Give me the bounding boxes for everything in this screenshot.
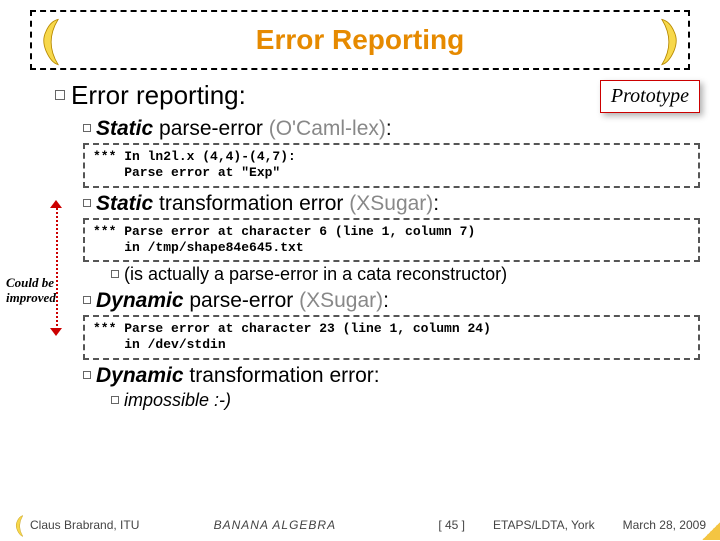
bullet-icon — [111, 270, 119, 278]
impossible-text: impossible :-) — [124, 390, 231, 410]
code-block-1: *** In ln2l.x (4,4)-(4,7): Parse error a… — [83, 143, 700, 188]
bullet-icon — [83, 124, 91, 132]
footer-venue: ETAPS/LDTA, York — [493, 518, 595, 532]
impossible-note: impossible :-) — [111, 390, 700, 411]
footer-date: March 28, 2009 — [623, 518, 706, 532]
bold-label: Static — [96, 117, 153, 140]
bold-label: Static — [96, 192, 153, 215]
banana-right-icon — [654, 16, 682, 68]
annotation-arrow-icon — [50, 328, 62, 336]
tech-label: (XSugar) — [299, 289, 383, 312]
slide-title: Error Reporting — [256, 24, 464, 56]
bullet-icon — [83, 371, 91, 379]
label-rest: parse-error — [184, 289, 300, 312]
banana-footer-icon — [14, 514, 26, 536]
code-block-3: *** Parse error at character 23 (line 1,… — [83, 315, 700, 360]
label-rest: parse-error — [153, 117, 269, 140]
bullet-icon — [83, 199, 91, 207]
colon: : — [386, 117, 392, 140]
label-rest: transformation error — [153, 192, 349, 215]
main-heading-text: Error reporting: — [71, 80, 246, 110]
bold-label: Dynamic — [96, 364, 184, 387]
bullet-icon — [55, 90, 65, 100]
item-static-trans: Static transformation error (XSugar): — [83, 192, 700, 216]
colon: : — [383, 289, 389, 312]
code-block-2: *** Parse error at character 6 (line 1, … — [83, 218, 700, 263]
content-area: Error reporting: Static parse-error (O'C… — [55, 80, 700, 411]
footer-page: [ 45 ] — [438, 518, 465, 532]
annotation-text: Could be improved — [6, 276, 58, 306]
item-static-parse: Static parse-error (O'Caml-lex): — [83, 117, 700, 141]
tech-label: (XSugar) — [349, 192, 433, 215]
corner-fold-icon — [702, 522, 720, 540]
sub-note: (is actually a parse-error in a cata rec… — [111, 264, 700, 285]
annotation-line — [56, 205, 58, 330]
bullet-icon — [111, 396, 119, 404]
footer-author: Claus Brabrand, ITU — [30, 518, 139, 532]
main-heading: Error reporting: — [55, 80, 700, 111]
bullet-icon — [83, 296, 91, 304]
bold-label: Dynamic — [96, 289, 184, 312]
item-dynamic-parse: Dynamic parse-error (XSugar): — [83, 289, 700, 313]
tech-label: (O'Caml-lex) — [269, 117, 386, 140]
label-rest: transformation error: — [184, 364, 380, 387]
footer-title: BANANA ALGEBRA — [139, 518, 410, 532]
sub-note-text: (is actually a parse-error in a cata rec… — [124, 264, 507, 284]
item-dynamic-trans: Dynamic transformation error: — [83, 364, 700, 388]
banana-left-icon — [38, 16, 66, 68]
footer: Claus Brabrand, ITU BANANA ALGEBRA [ 45 … — [0, 510, 720, 540]
colon: : — [433, 192, 439, 215]
title-box: Error Reporting — [30, 10, 690, 70]
